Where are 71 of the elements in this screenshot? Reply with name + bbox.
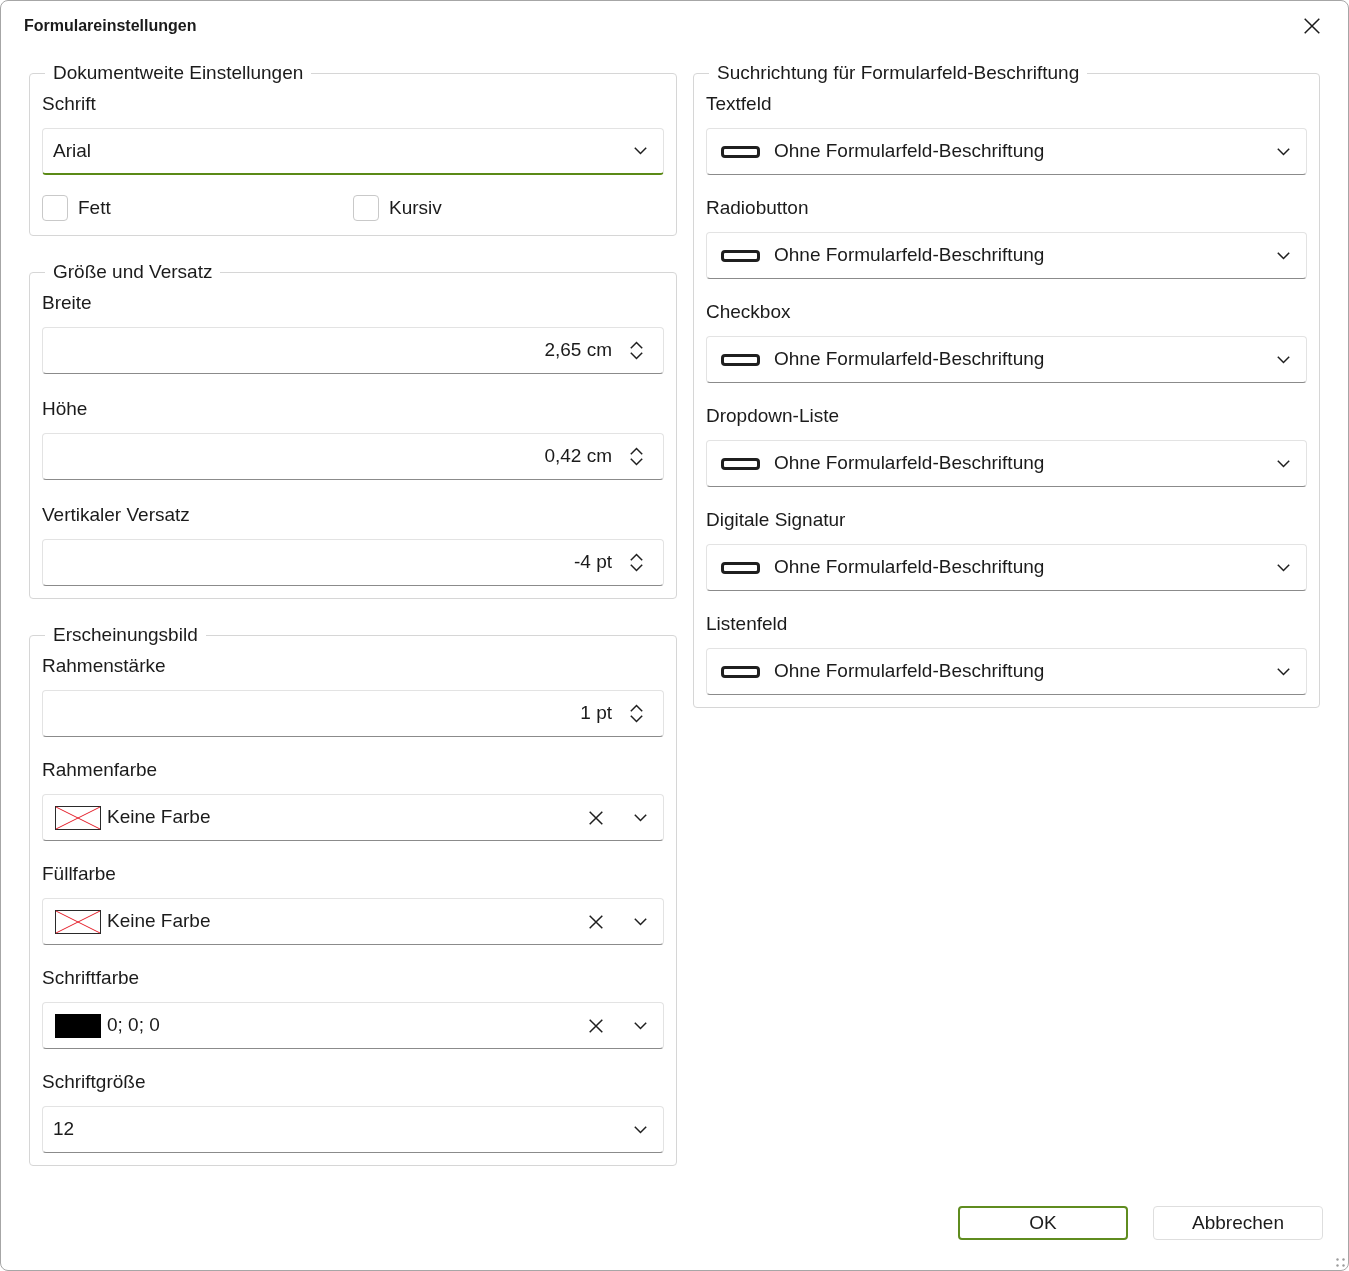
dropdown[interactable]: Ohne Formularfeld-Beschriftung (706, 128, 1307, 175)
chevron-up-icon[interactable] (630, 704, 643, 712)
rounded-rectangle-icon (721, 665, 760, 678)
color-dropdown[interactable]: Keine Farbe (42, 898, 664, 945)
dialog-button[interactable]: Abbrechen (1153, 1206, 1323, 1240)
dropdown[interactable]: Ohne Formularfeld-Beschriftung (706, 648, 1307, 695)
field-label: Vertikaler Versatz (42, 503, 191, 527)
chevron-down-icon[interactable] (1277, 667, 1290, 676)
checkbox[interactable] (42, 195, 68, 221)
checkbox-label[interactable]: Fett (78, 196, 111, 220)
dialog-button[interactable]: OK (958, 1206, 1128, 1240)
chevron-down-icon[interactable] (1277, 251, 1290, 260)
field-label: Dropdown-Liste (706, 404, 841, 428)
field-label: Höhe (42, 397, 89, 421)
color-dropdown[interactable]: Keine Farbe (42, 794, 664, 841)
chevron-down-icon[interactable] (1277, 147, 1290, 156)
chevron-down-icon[interactable] (634, 1125, 647, 1134)
rounded-rectangle-icon (721, 353, 760, 366)
number-field[interactable]: 0,42 cm (42, 433, 664, 480)
chevron-down-icon[interactable] (634, 917, 647, 926)
dropdown[interactable]: Ohne Formularfeld-Beschriftung (706, 544, 1307, 591)
field-label: Schrift (42, 92, 97, 116)
rounded-rectangle-icon (721, 249, 760, 262)
dropdown[interactable]: Arial (42, 128, 664, 175)
number-field[interactable]: -4 pt (42, 539, 664, 586)
chevron-down-icon[interactable] (630, 564, 643, 572)
chevron-up-icon[interactable] (630, 553, 643, 561)
chevron-down-icon[interactable] (1277, 563, 1290, 572)
field-label: Listenfeld (706, 612, 789, 636)
field-label: Schriftfarbe (42, 966, 141, 990)
field-label: Digitale Signatur (706, 508, 847, 532)
field-label: Textfeld (706, 92, 773, 116)
group-title: Erscheinungsbild (52, 623, 199, 647)
number-field[interactable]: 1 pt (42, 690, 664, 737)
chevron-down-icon[interactable] (634, 1021, 647, 1030)
dropdown[interactable]: Ohne Formularfeld-Beschriftung (706, 232, 1307, 279)
rounded-rectangle-icon (721, 145, 760, 158)
dropdown[interactable]: Ohne Formularfeld-Beschriftung (706, 336, 1307, 383)
clear-icon[interactable] (589, 810, 603, 825)
field-label: Füllfarbe (42, 862, 117, 886)
field-label: Breite (42, 291, 93, 315)
checkbox-label[interactable]: Kursiv (389, 196, 442, 220)
chevron-down-icon[interactable] (630, 458, 643, 466)
field-label: Radiobutton (706, 196, 810, 220)
dropdown[interactable]: 12 (42, 1106, 664, 1153)
field-label: Rahmenfarbe (42, 758, 159, 782)
chevron-up-icon[interactable] (630, 447, 643, 455)
chevron-down-icon[interactable] (634, 147, 647, 155)
close-icon (1304, 18, 1320, 34)
rounded-rectangle-icon (721, 561, 760, 574)
window-title: Formulareinstellungen (24, 16, 197, 36)
clear-icon[interactable] (589, 1018, 603, 1033)
group-title: Dokumentweite Einstellungen (52, 61, 305, 85)
number-field[interactable]: 2,65 cm (42, 327, 664, 374)
dropdown[interactable]: Ohne Formularfeld-Beschriftung (706, 440, 1307, 487)
chevron-down-icon[interactable] (1277, 355, 1290, 364)
chevron-down-icon[interactable] (1277, 459, 1290, 468)
checkbox[interactable] (353, 195, 379, 221)
field-label: Schriftgröße (42, 1070, 147, 1094)
chevron-up-icon[interactable] (630, 341, 643, 349)
chevron-down-icon[interactable] (630, 352, 643, 360)
rounded-rectangle-icon (721, 457, 760, 470)
field-label: Checkbox (706, 300, 792, 324)
clear-icon[interactable] (589, 914, 603, 929)
chevron-down-icon[interactable] (634, 813, 647, 822)
group-title: Größe und Versatz (52, 260, 214, 284)
group-title: Suchrichtung für Formularfeld-Beschriftung (716, 61, 1081, 85)
color-dropdown[interactable]: 0; 0; 0 (42, 1002, 664, 1049)
chevron-down-icon[interactable] (630, 715, 643, 723)
field-label: Rahmenstärke (42, 654, 167, 678)
resize-grip-icon[interactable] (1336, 1258, 1345, 1267)
